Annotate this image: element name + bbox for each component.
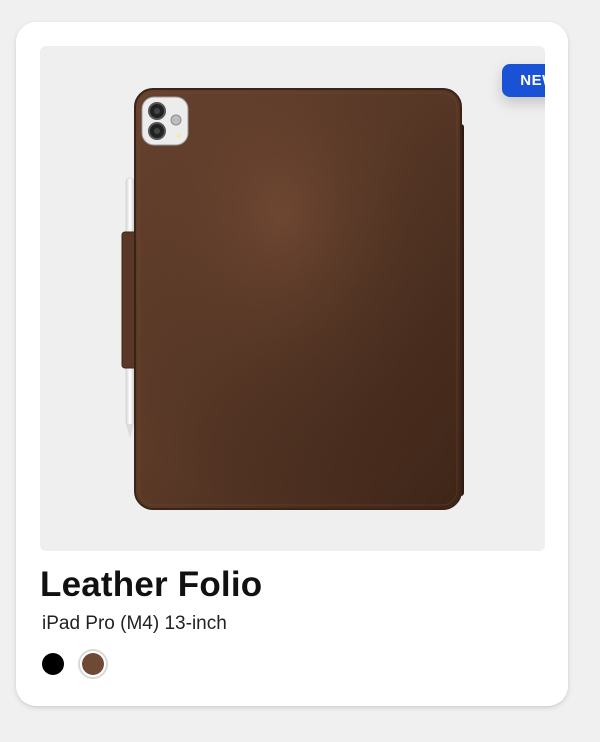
swatch-brown-selected-ring[interactable] (78, 649, 108, 679)
product-image (121, 88, 464, 510)
swatch-brown[interactable] (82, 653, 104, 675)
product-card[interactable]: NEW Leather Folio iPad Pro (M4) 13-inch (16, 22, 568, 706)
new-badge: NEW (502, 64, 545, 97)
product-title[interactable]: Leather Folio (40, 562, 262, 608)
swatch-black[interactable] (42, 653, 64, 675)
product-image-area[interactable]: NEW (40, 46, 545, 551)
product-subtitle: iPad Pro (M4) 13-inch (42, 613, 227, 634)
color-swatches (42, 649, 108, 679)
